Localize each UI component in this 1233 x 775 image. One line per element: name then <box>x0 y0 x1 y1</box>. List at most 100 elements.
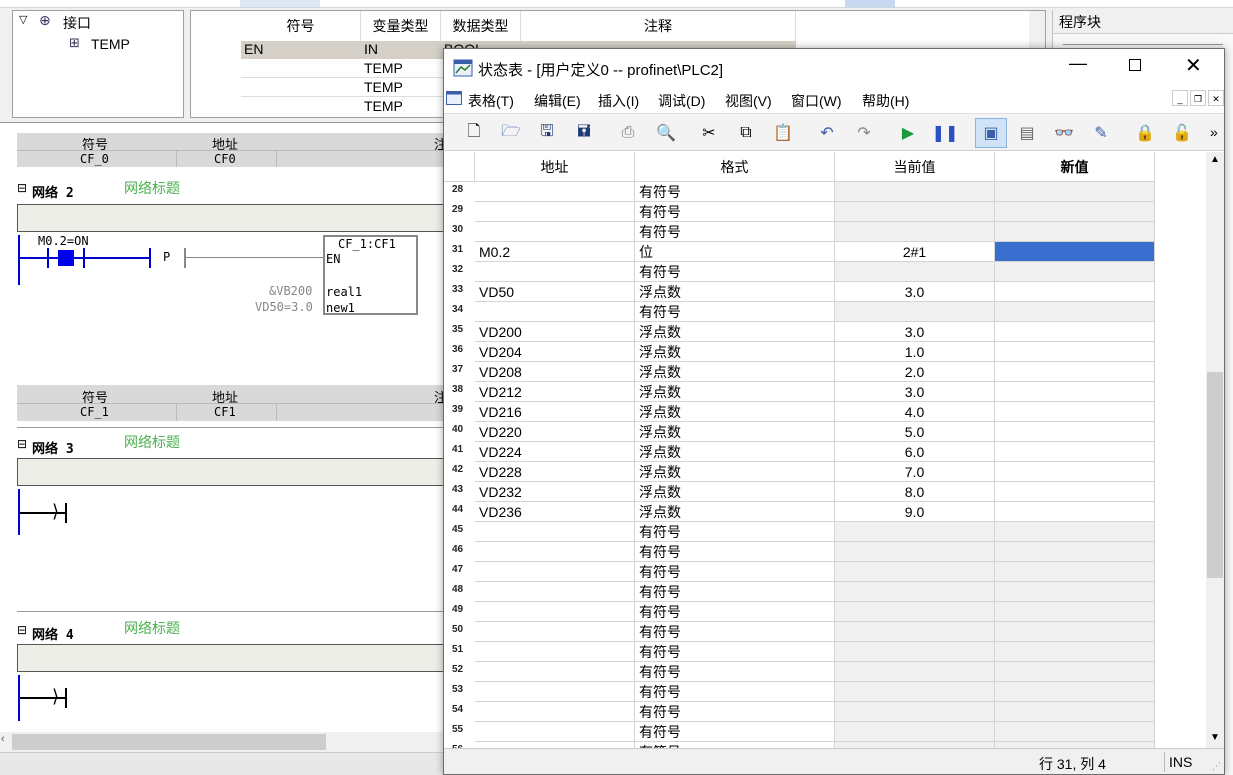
address-cell[interactable] <box>475 542 635 562</box>
row-number[interactable]: 37 <box>444 358 474 378</box>
new-value-cell[interactable] <box>995 422 1155 442</box>
title-bar[interactable]: 状态表 - [用户定义0 -- profinet\PLC2] — ✕ <box>444 49 1224 87</box>
format-cell[interactable]: 浮点数 <box>635 462 835 482</box>
row-number[interactable]: 55 <box>444 718 474 738</box>
vertical-scrollbar[interactable]: ▲ ▼ <box>1206 152 1224 748</box>
new-value-cell[interactable] <box>995 482 1155 502</box>
scrollbar-thumb[interactable] <box>12 734 326 750</box>
new-value-cell[interactable] <box>995 602 1155 622</box>
format-cell[interactable]: 有符号 <box>635 722 835 742</box>
scroll-left-icon[interactable]: ‹ <box>1 733 5 745</box>
address-cell[interactable]: M0.2 <box>475 242 635 262</box>
row-number[interactable]: 36 <box>444 338 474 358</box>
row-number[interactable]: 33 <box>444 278 474 298</box>
close-icon[interactable]: ✕ <box>1185 53 1202 78</box>
cut-icon[interactable]: ✂ <box>697 121 721 145</box>
format-cell[interactable]: 浮点数 <box>635 502 835 522</box>
new-value-cell[interactable] <box>995 642 1155 662</box>
new-value-cell[interactable] <box>995 442 1155 462</box>
address-cell[interactable] <box>475 582 635 602</box>
row-number[interactable]: 35 <box>444 318 474 338</box>
row-number[interactable]: 44 <box>444 498 474 518</box>
lock-icon[interactable]: 🔒 <box>1133 121 1157 145</box>
col-header-format[interactable]: 格式 <box>635 152 835 182</box>
col-header-address[interactable]: 地址 <box>475 152 635 182</box>
address-cell[interactable] <box>475 642 635 662</box>
format-cell[interactable]: 浮点数 <box>635 382 835 402</box>
new-value-cell[interactable] <box>995 522 1155 542</box>
new-value-cell[interactable] <box>995 682 1155 702</box>
format-cell[interactable]: 浮点数 <box>635 442 835 462</box>
new-value-cell[interactable] <box>995 222 1155 242</box>
format-cell[interactable]: 有符号 <box>635 542 835 562</box>
new-value-cell[interactable] <box>995 182 1155 202</box>
network-comment-box[interactable] <box>17 644 446 672</box>
format-cell[interactable]: 有符号 <box>635 702 835 722</box>
maximize-icon[interactable] <box>1129 59 1141 71</box>
tree-root-label[interactable]: 接口 <box>63 13 91 33</box>
new-value-cell[interactable] <box>995 702 1155 722</box>
new-value-cell[interactable] <box>995 242 1155 262</box>
format-cell[interactable]: 有符号 <box>635 662 835 682</box>
address-cell[interactable]: VD236 <box>475 502 635 522</box>
address-cell[interactable]: VD50 <box>475 282 635 302</box>
toolbar-more[interactable]: » <box>1210 124 1218 140</box>
address-cell[interactable]: VD220 <box>475 422 635 442</box>
collapse-icon[interactable]: ⊟ <box>17 437 27 451</box>
format-cell[interactable]: 浮点数 <box>635 402 835 422</box>
format-cell[interactable]: 有符号 <box>635 642 835 662</box>
monitor-icon[interactable]: ▣ <box>979 121 1003 145</box>
run-icon[interactable]: ▶ <box>896 121 920 145</box>
address-cell[interactable] <box>475 622 635 642</box>
address-cell[interactable]: VD216 <box>475 402 635 422</box>
save-icon[interactable]: 🖫 <box>535 121 559 145</box>
mdi-restore-icon[interactable]: ❐ <box>1190 90 1206 106</box>
address-cell[interactable] <box>475 562 635 582</box>
new-value-cell[interactable] <box>995 562 1155 582</box>
address-cell[interactable] <box>475 522 635 542</box>
address-cell[interactable]: VD212 <box>475 382 635 402</box>
function-block[interactable]: CF_1:CF1 EN real1 new1 <box>323 235 418 315</box>
address-cell[interactable]: VD200 <box>475 322 635 342</box>
open-icon[interactable]: 🗁 <box>499 121 523 145</box>
network-comment-box[interactable] <box>17 458 446 486</box>
contact-on-icon[interactable] <box>58 250 74 266</box>
tree-child-label[interactable]: TEMP <box>91 36 130 52</box>
print-icon[interactable]: ⎙ <box>616 121 640 145</box>
format-cell[interactable]: 有符号 <box>635 582 835 602</box>
format-cell[interactable]: 有符号 <box>635 602 835 622</box>
collapse-icon[interactable]: ⊟ <box>17 623 27 637</box>
collapse-icon[interactable]: ⊟ <box>17 181 27 195</box>
format-cell[interactable]: 浮点数 <box>635 342 835 362</box>
row-number[interactable]: 47 <box>444 558 474 578</box>
col-header-new[interactable]: 新值 <box>995 152 1155 182</box>
format-cell[interactable]: 有符号 <box>635 262 835 282</box>
row-number[interactable]: 41 <box>444 438 474 458</box>
address-cell[interactable] <box>475 262 635 282</box>
address-cell[interactable] <box>475 222 635 242</box>
row-number[interactable]: 34 <box>444 298 474 318</box>
row-number[interactable]: 51 <box>444 638 474 658</box>
address-cell[interactable]: VD232 <box>475 482 635 502</box>
new-value-cell[interactable] <box>995 262 1155 282</box>
row-number[interactable]: 32 <box>444 258 474 278</box>
new-value-cell[interactable] <box>995 322 1155 342</box>
new-value-cell[interactable] <box>995 342 1155 362</box>
network-comment-box[interactable] <box>17 204 446 232</box>
new-value-cell[interactable] <box>995 662 1155 682</box>
menu-edit[interactable]: 编辑(E) <box>534 91 581 111</box>
undo-icon[interactable]: ↶ <box>815 121 839 145</box>
network-comment[interactable]: 网络标题 <box>124 432 180 452</box>
network-comment[interactable]: 网络标题 <box>124 178 180 198</box>
row-number[interactable]: 56 <box>444 738 474 748</box>
address-cell[interactable] <box>475 662 635 682</box>
format-cell[interactable]: 有符号 <box>635 522 835 542</box>
new-value-cell[interactable] <box>995 202 1155 222</box>
menu-help[interactable]: 帮助(H) <box>862 91 909 111</box>
address-cell[interactable]: VD204 <box>475 342 635 362</box>
col-header-current[interactable]: 当前值 <box>835 152 995 182</box>
address-cell[interactable] <box>475 682 635 702</box>
row-number[interactable]: 52 <box>444 658 474 678</box>
format-cell[interactable]: 有符号 <box>635 562 835 582</box>
pencil-icon[interactable]: ✎ <box>1089 121 1113 145</box>
